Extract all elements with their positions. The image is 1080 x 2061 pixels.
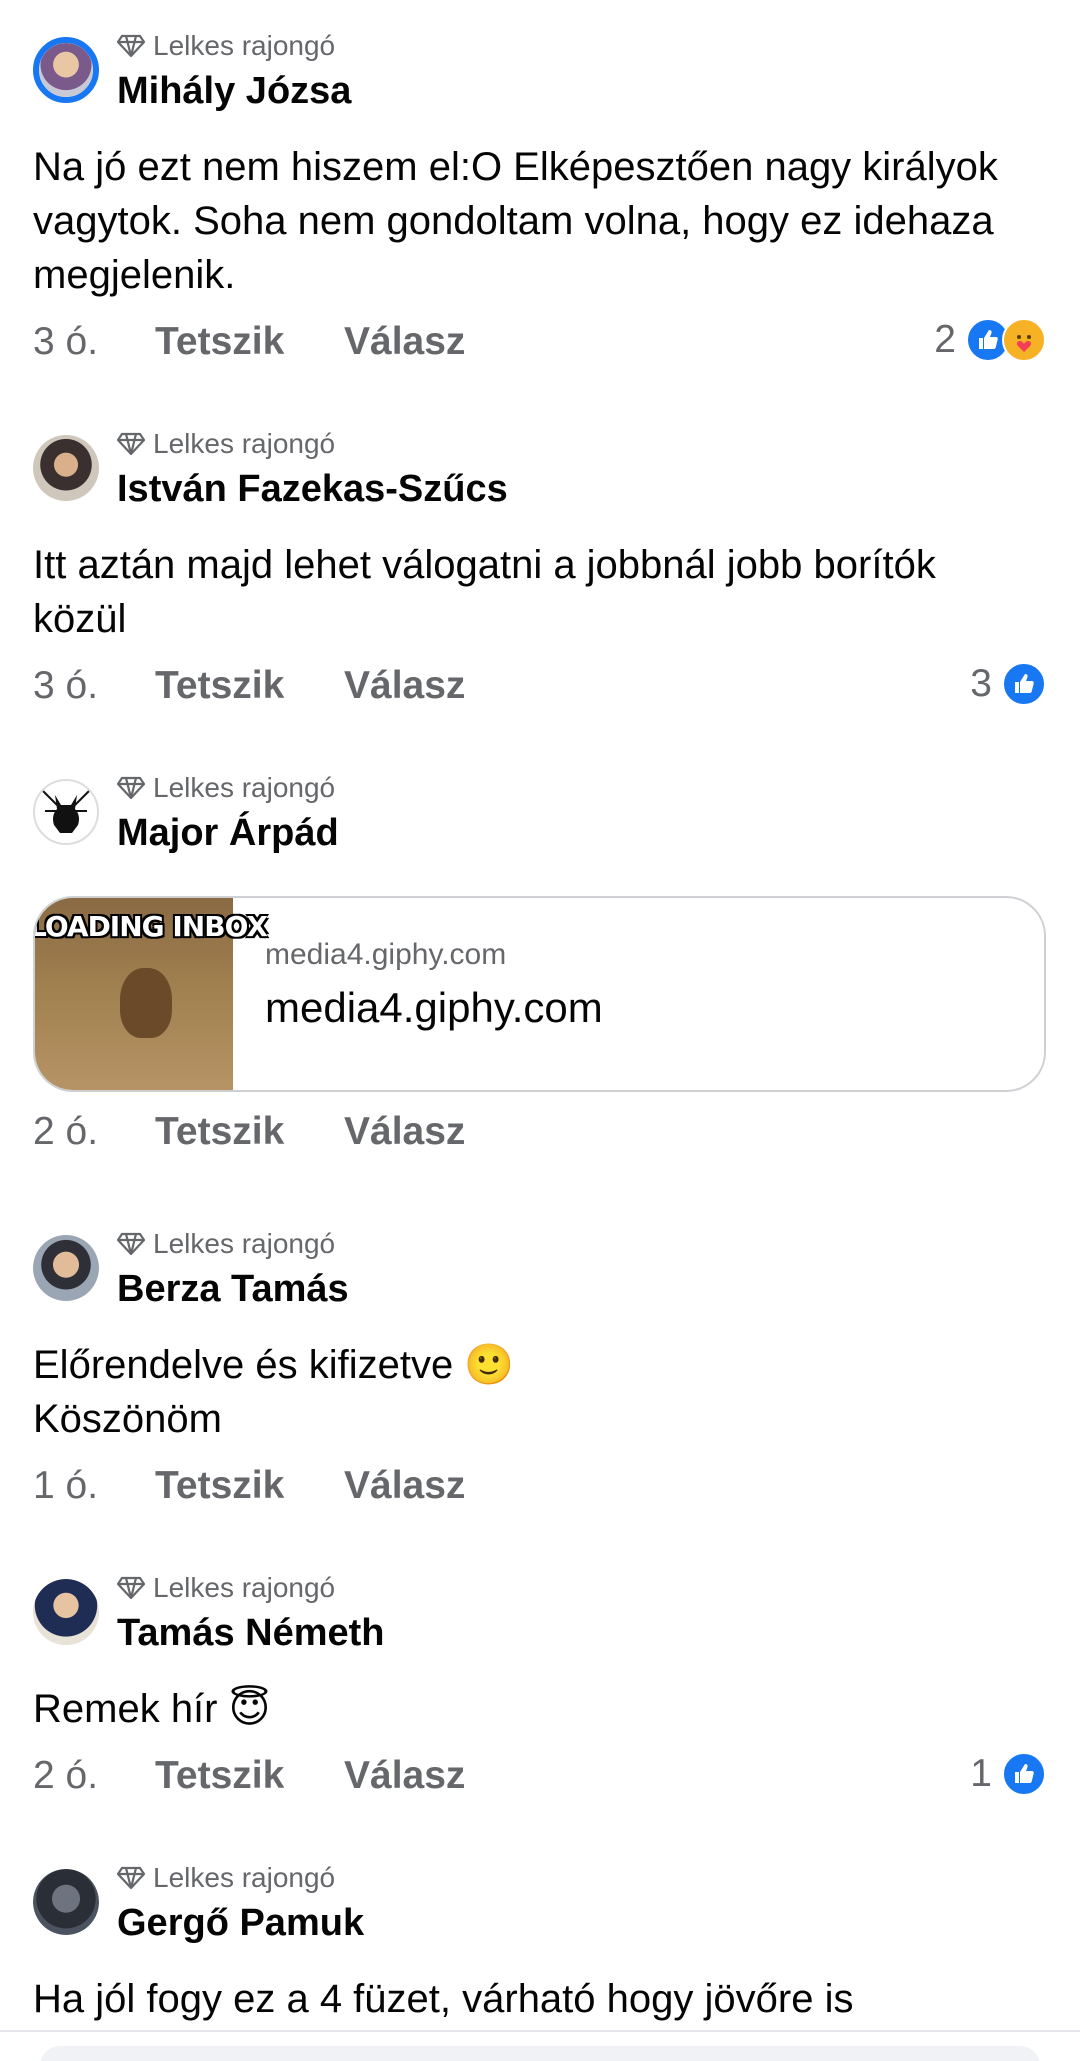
comment-time[interactable]: 2 ó.: [33, 1110, 98, 1154]
comment-text: Ha jól fogy ez a 4 füzet, várható hogy j…: [0, 1952, 1070, 2026]
comment-actions: 3 ó. Tetszik Válasz 2: [0, 302, 1080, 380]
comment-text: Na jó ezt nem hiszem el:O Elképesztően n…: [0, 120, 1070, 302]
comment-feed: Lelkes rajongó Mihály Józsa Na jó ezt ne…: [0, 0, 1080, 2061]
comment-time[interactable]: 2 ó.: [33, 1754, 98, 1798]
comment-text-line: Remek hír 😇: [33, 1687, 271, 1731]
diamond-icon: [117, 432, 145, 456]
commenter-name[interactable]: Tamás Németh: [117, 1612, 385, 1655]
diamond-icon: [117, 776, 145, 800]
comment-text-line: Előrendelve és kifizetve 🙂: [33, 1343, 515, 1387]
gif-thumbnail: LOADING INBOX: [35, 898, 268, 1090]
like-button[interactable]: Tetszik: [155, 1110, 284, 1154]
fan-badge: Lelkes rajongó: [117, 1862, 335, 1894]
comment: Lelkes rajongó Berza Tamás Előrendelve é…: [0, 1198, 1080, 1524]
reaction-summary[interactable]: 3: [970, 662, 1046, 706]
comment-actions: 3 ó. Tetszik Válasz 3: [0, 646, 1080, 724]
fan-badge: Lelkes rajongó: [117, 30, 335, 62]
reply-button[interactable]: Válasz: [344, 1754, 465, 1798]
comment: Lelkes rajongó István Fazekas-Szűcs Itt …: [0, 398, 1080, 724]
reaction-summary[interactable]: 2: [934, 318, 1046, 362]
link-title: media4.giphy.com: [265, 984, 603, 1031]
like-button[interactable]: Tetszik: [155, 664, 284, 708]
diamond-icon: [117, 34, 145, 58]
like-button[interactable]: Tetszik: [155, 320, 284, 364]
like-button[interactable]: Tetszik: [155, 1464, 284, 1508]
fan-badge: Lelkes rajongó: [117, 428, 335, 460]
avatar[interactable]: [33, 1869, 99, 1935]
reply-button[interactable]: Válasz: [344, 1464, 465, 1508]
badge-label: Lelkes rajongó: [153, 1862, 336, 1893]
comment-text-line: Ha jól fogy ez a 4 füzet, várható hogy j…: [33, 1977, 854, 2021]
like-button[interactable]: Tetszik: [155, 1754, 284, 1798]
like-reaction-icon: [1002, 662, 1046, 706]
comment-composer-bar: [0, 2030, 1080, 2061]
comment-text-line: Na jó ezt nem hiszem el:O Elképesztően n…: [33, 145, 998, 189]
diamond-icon: [117, 1232, 145, 1256]
diamond-icon: [117, 1576, 145, 1600]
comment-time[interactable]: 3 ó.: [33, 664, 98, 708]
care-reaction-icon: [1002, 318, 1046, 362]
commenter-name[interactable]: Major Árpád: [117, 812, 339, 855]
commenter-name[interactable]: István Fazekas-Szűcs: [117, 468, 508, 511]
comment: Lelkes rajongó Tamás Németh Remek hír 😇 …: [0, 1542, 1080, 1814]
badge-label: Lelkes rajongó: [153, 428, 336, 459]
avatar[interactable]: [33, 1579, 99, 1645]
comment-text: Remek hír 😇: [0, 1662, 1070, 1736]
comment-text: Előrendelve és kifizetve 🙂 Köszönöm: [0, 1318, 1070, 1446]
commenter-name[interactable]: Mihály Józsa: [117, 70, 351, 113]
comment-text-line: közül: [33, 597, 127, 641]
link-domain: media4.giphy.com: [265, 938, 507, 971]
reaction-count: 3: [970, 662, 992, 705]
comment-actions: 2 ó. Tetszik Válasz: [0, 1092, 1080, 1170]
reaction-count: 1: [970, 1752, 992, 1795]
badge-label: Lelkes rajongó: [153, 772, 336, 803]
badge-label: Lelkes rajongó: [153, 1228, 336, 1259]
diamond-icon: [117, 1866, 145, 1890]
comment-actions: 2 ó. Tetszik Válasz 1: [0, 1736, 1080, 1814]
comment-actions: 1 ó. Tetszik Válasz: [0, 1446, 1080, 1524]
comment-input[interactable]: [40, 2046, 1040, 2061]
comment-time[interactable]: 3 ó.: [33, 320, 98, 364]
comment-text-line: vagytok. Soha nem gondoltam volna, hogy …: [33, 199, 994, 243]
reply-button[interactable]: Válasz: [344, 664, 465, 708]
comment: Lelkes rajongó Gergő Pamuk Ha jól fogy e…: [0, 1832, 1080, 2026]
fan-badge: Lelkes rajongó: [117, 1228, 335, 1260]
reaction-summary[interactable]: 1: [970, 1752, 1046, 1796]
avatar[interactable]: [33, 435, 99, 501]
commenter-name[interactable]: Berza Tamás: [117, 1268, 349, 1311]
badge-label: Lelkes rajongó: [153, 30, 336, 61]
fan-badge: Lelkes rajongó: [117, 772, 335, 804]
comment-text: Itt aztán majd lehet válogatni a jobbnál…: [0, 518, 1070, 646]
commenter-name[interactable]: Gergő Pamuk: [117, 1902, 364, 1945]
cat-silhouette-icon: [42, 790, 90, 833]
reply-button[interactable]: Válasz: [344, 1110, 465, 1154]
fan-badge: Lelkes rajongó: [117, 1572, 335, 1604]
badge-label: Lelkes rajongó: [153, 1572, 336, 1603]
comment-text-line: Köszönöm: [33, 1397, 222, 1441]
comment-text-line: Itt aztán majd lehet válogatni a jobbnál…: [33, 543, 936, 587]
comment-time[interactable]: 1 ó.: [33, 1464, 98, 1508]
prairie-dog-image: [120, 968, 172, 1038]
comment: Lelkes rajongó Mihály Józsa Na jó ezt ne…: [0, 0, 1080, 380]
like-reaction-icon: [1002, 1752, 1046, 1796]
gif-caption: LOADING INBOX: [33, 910, 268, 943]
link-preview-card[interactable]: LOADING INBOX media4.giphy.com media4.gi…: [33, 896, 1046, 1092]
comment-text-line: megjelenik.: [33, 253, 236, 297]
avatar[interactable]: [33, 1235, 99, 1301]
reaction-count: 2: [934, 318, 956, 361]
avatar[interactable]: [33, 37, 99, 103]
reply-button[interactable]: Válasz: [344, 320, 465, 364]
comment: Lelkes rajongó Major Árpád LOADING INBOX…: [0, 742, 1080, 1170]
avatar[interactable]: [33, 779, 99, 845]
